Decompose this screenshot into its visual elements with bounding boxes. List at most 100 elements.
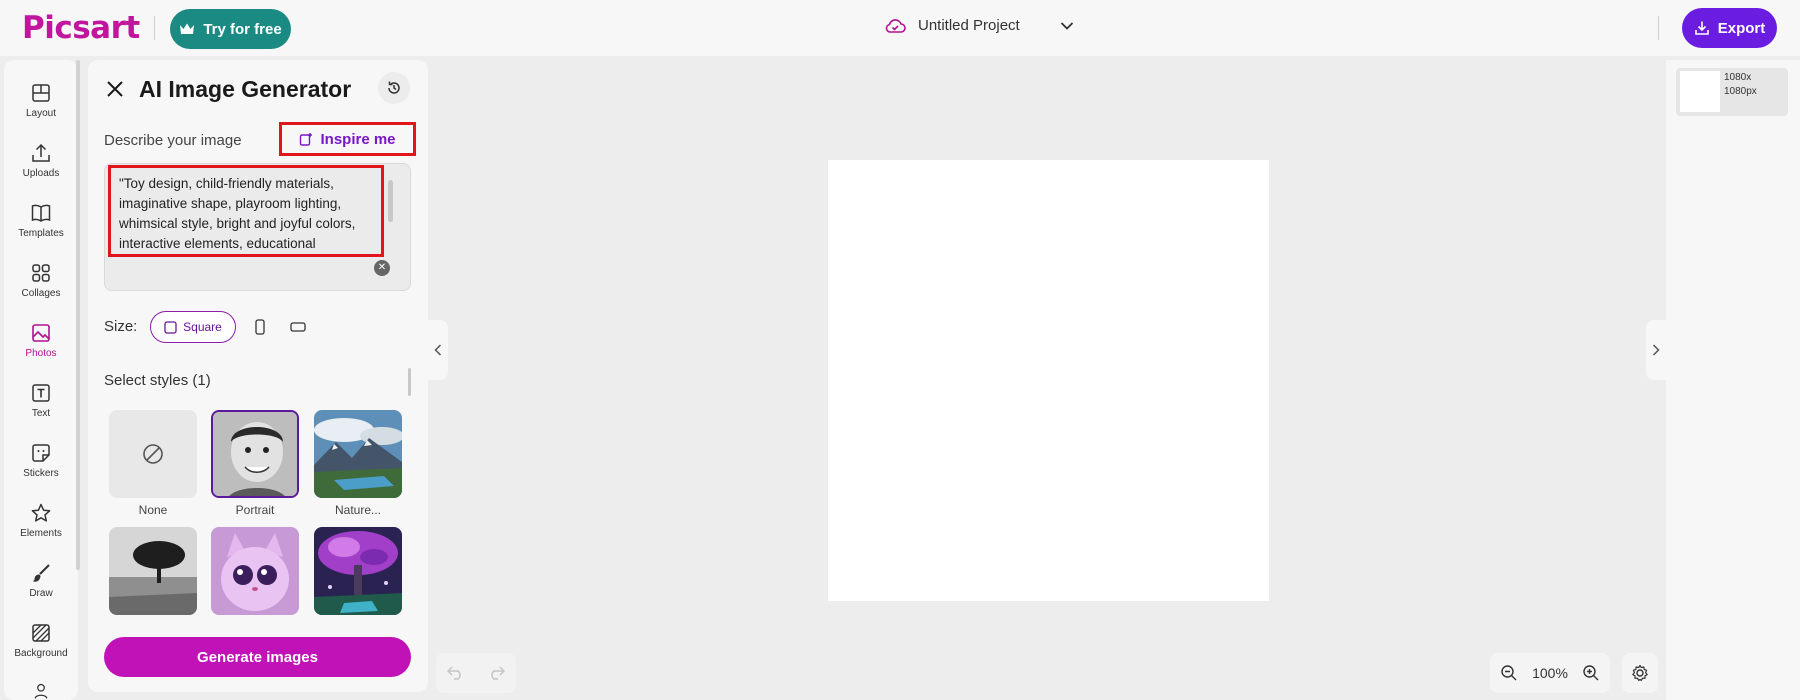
styles-scrollbar[interactable] bbox=[408, 368, 411, 396]
cloud-check-icon bbox=[885, 18, 906, 33]
style-caption: Portrait bbox=[235, 503, 275, 517]
nature-thumbnail bbox=[314, 410, 402, 498]
history-button[interactable] bbox=[378, 72, 410, 104]
portrait-ratio-icon bbox=[255, 319, 265, 335]
settings-button[interactable] bbox=[1622, 653, 1658, 693]
portrait-thumbnail bbox=[213, 412, 297, 496]
style-caption: Nature... bbox=[334, 503, 382, 517]
page-size-height: 1080px bbox=[1724, 86, 1757, 97]
size-square-option[interactable]: Square bbox=[150, 311, 236, 343]
rail-item-layout[interactable]: Layout bbox=[4, 68, 78, 128]
rail-item-label: Elements bbox=[20, 528, 62, 539]
size-portrait-option[interactable] bbox=[245, 311, 275, 343]
rail-item-more[interactable] bbox=[4, 668, 78, 700]
chevron-left-icon bbox=[434, 344, 442, 356]
rail-item-text[interactable]: Text bbox=[4, 368, 78, 428]
rail-item-collages[interactable]: Collages bbox=[4, 248, 78, 308]
person-icon bbox=[34, 683, 48, 699]
download-icon bbox=[1694, 21, 1709, 35]
zoom-out-icon[interactable] bbox=[1500, 664, 1518, 682]
try-for-free-label: Try for free bbox=[203, 20, 282, 38]
rail-item-label: Text bbox=[31, 408, 51, 419]
style-bw-tree-tile[interactable] bbox=[109, 527, 197, 615]
sticker-icon bbox=[32, 444, 50, 462]
rail-item-background[interactable]: Background bbox=[4, 608, 78, 668]
panel-title: AI Image Generator bbox=[139, 76, 352, 102]
zoom-in-icon[interactable] bbox=[1582, 664, 1600, 682]
size-landscape-option[interactable] bbox=[283, 311, 313, 343]
size-label: Size: bbox=[104, 318, 138, 335]
pattern-icon bbox=[32, 624, 50, 642]
style-nature-tile[interactable] bbox=[314, 410, 402, 498]
rail-item-label: Collages bbox=[21, 288, 61, 299]
rail-item-label: Photos bbox=[25, 348, 57, 359]
inspire-me-label: Inspire me bbox=[320, 130, 396, 148]
top-bar: Picsart Try for free Untitled Project Ex… bbox=[0, 0, 1800, 56]
inspire-me-button[interactable]: Inspire me bbox=[279, 122, 416, 156]
rail-item-label: Layout bbox=[25, 108, 57, 119]
chevron-right-icon bbox=[1652, 344, 1660, 356]
select-styles-label: Select styles (1) bbox=[104, 372, 211, 389]
bw-tree-thumbnail bbox=[109, 527, 197, 615]
rail-item-stickers[interactable]: Stickers bbox=[4, 428, 78, 488]
fantasy-tree-thumbnail bbox=[314, 527, 402, 615]
clear-prompt-button[interactable]: ✕ bbox=[374, 260, 390, 276]
brush-icon bbox=[32, 564, 50, 582]
rail-item-label: Templates bbox=[18, 228, 64, 239]
grid-icon bbox=[32, 264, 50, 282]
shuffle-icon bbox=[300, 132, 313, 146]
undo-icon[interactable] bbox=[447, 666, 465, 680]
style-portrait-tile[interactable] bbox=[211, 410, 299, 498]
style-cute-creature-tile[interactable] bbox=[211, 527, 299, 615]
style-caption: None bbox=[138, 503, 168, 517]
try-for-free-button[interactable]: Try for free bbox=[170, 9, 291, 49]
collapse-right-panel-button[interactable] bbox=[1646, 320, 1666, 380]
rail-item-label: Draw bbox=[29, 588, 53, 599]
gear-icon bbox=[1632, 664, 1648, 681]
rail-item-draw[interactable]: Draw bbox=[4, 548, 78, 608]
page-size: 1080x 1080px bbox=[1724, 71, 1774, 99]
redo-icon[interactable] bbox=[487, 666, 505, 680]
size-square-label: Square bbox=[183, 320, 222, 334]
design-canvas[interactable] bbox=[828, 160, 1269, 601]
landscape-ratio-icon bbox=[290, 322, 306, 332]
zoom-level: 100% bbox=[1532, 665, 1568, 681]
rail-item-templates[interactable]: Templates bbox=[4, 188, 78, 248]
style-none-tile[interactable] bbox=[109, 410, 197, 498]
divider bbox=[1658, 16, 1659, 40]
cute-creature-thumbnail bbox=[211, 527, 299, 615]
style-fantasy-tree-tile[interactable] bbox=[314, 527, 402, 615]
image-icon bbox=[32, 324, 50, 342]
rail-item-photos[interactable]: Photos bbox=[4, 308, 78, 368]
collapse-left-panel-button[interactable] bbox=[428, 320, 448, 380]
chevron-down-icon bbox=[1060, 21, 1073, 30]
page-preview bbox=[1680, 71, 1720, 112]
picsart-logo[interactable]: Picsart bbox=[22, 10, 140, 46]
text-icon bbox=[32, 384, 50, 402]
layout-icon bbox=[32, 84, 50, 102]
export-button[interactable]: Export bbox=[1682, 8, 1777, 48]
history-icon bbox=[388, 81, 400, 94]
generate-images-button[interactable]: Generate images bbox=[104, 637, 411, 677]
prompt-text[interactable]: "Toy design, child-friendly materials, i… bbox=[108, 165, 384, 257]
project-title-dropdown[interactable]: Untitled Project bbox=[884, 17, 1074, 34]
star-icon bbox=[31, 503, 51, 522]
zoom-controls: 100% bbox=[1490, 653, 1610, 693]
pages-panel bbox=[1666, 60, 1800, 700]
page-size-width: 1080x bbox=[1724, 72, 1752, 83]
rail-item-uploads[interactable]: Uploads bbox=[4, 128, 78, 188]
square-icon bbox=[164, 320, 177, 334]
export-label: Export bbox=[1717, 19, 1766, 37]
none-icon bbox=[143, 444, 163, 464]
project-title: Untitled Project bbox=[918, 17, 1020, 34]
divider bbox=[154, 16, 155, 40]
crown-icon bbox=[180, 23, 195, 34]
rail-item-elements[interactable]: Elements bbox=[4, 488, 78, 548]
prompt-scrollbar[interactable] bbox=[388, 180, 393, 222]
rail-item-label: Stickers bbox=[23, 468, 59, 479]
upload-icon bbox=[32, 143, 50, 162]
rail-item-label: Background bbox=[14, 648, 68, 659]
describe-image-label: Describe your image bbox=[104, 132, 242, 149]
rail-item-label: Uploads bbox=[22, 168, 60, 179]
close-icon[interactable] bbox=[104, 78, 126, 100]
